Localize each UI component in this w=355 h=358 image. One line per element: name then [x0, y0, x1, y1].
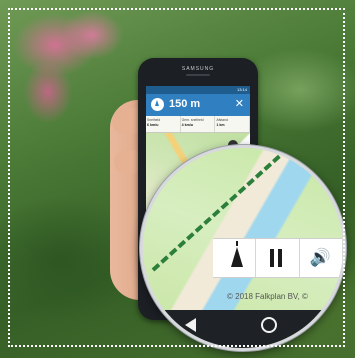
dotted-frame — [8, 8, 345, 347]
